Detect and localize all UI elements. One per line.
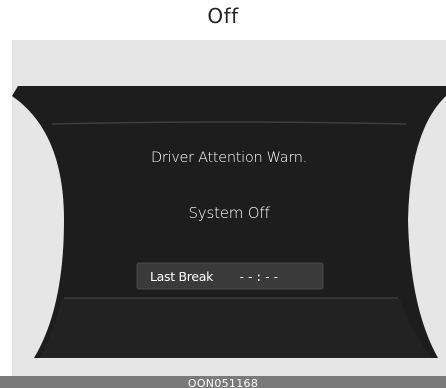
system-status-text: System Off <box>188 204 270 222</box>
last-break-row: Last Break --:-- <box>137 263 323 289</box>
last-break-value: --:-- <box>238 268 281 284</box>
display-title: Driver Attention Warn. <box>151 150 307 166</box>
figure-code: OON051168 <box>187 377 259 388</box>
figure-panel: Driver Attention Warn. System Off Last B… <box>12 40 446 376</box>
last-break-label: Last Break <box>150 268 214 284</box>
cluster-lower-panel <box>40 299 432 358</box>
page: Off Driver Attention Warn. System Off La… <box>0 0 446 388</box>
caption: Off <box>207 4 239 28</box>
